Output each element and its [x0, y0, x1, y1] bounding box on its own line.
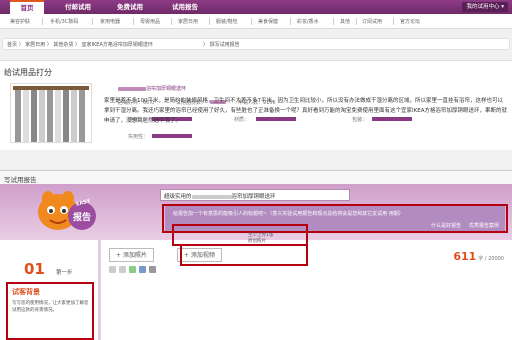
section-title: 给试用品打分	[4, 68, 52, 77]
character-counter: 611 字 / 20000	[453, 250, 504, 263]
char-max: 字 / 20000	[478, 256, 504, 262]
category-item[interactable]: 美容护肤	[10, 18, 30, 25]
category-item[interactable]: 家用电器	[100, 18, 120, 25]
format-icon[interactable]	[149, 266, 156, 273]
undo-icon[interactable]	[109, 266, 116, 273]
category-item[interactable]: 服装/鞋包	[216, 18, 238, 25]
highlight-frame	[180, 244, 308, 266]
step-hint-box: 试客背景 写写您的使用情况，让大家更加了解您试用这款的背景情况。	[6, 282, 94, 340]
category-item[interactable]: 母婴用品	[140, 18, 160, 25]
tab-postage-trial[interactable]: 付邮试用	[58, 0, 98, 14]
tab-home[interactable]: 首页	[10, 0, 44, 14]
report-editor-area: EASY 报告 超级实用的 浴帘加厚铜眼送环 给报告加一个有意思的能吸引人的标题吧…	[0, 184, 512, 340]
report-body-text[interactable]: 家里是差不多100平米，是简约的装修风格，卫生间不大差不多7平米。因为卫生间比较…	[104, 96, 508, 126]
category-item[interactable]: 家居日用	[178, 18, 198, 25]
score-label-practicality: 实用性：	[128, 134, 149, 140]
add-photo-button[interactable]: + 添加照片	[109, 248, 154, 262]
highlight-frame	[172, 224, 308, 246]
breadcrumb: 首页 〉 家居日用 〉 其他杂货 〉 宜家IKEA方格浴帘加厚铜眼送环 〉 撰写…	[2, 38, 510, 50]
breadcrumb-current: 〉 撰写试用报告	[203, 42, 240, 48]
report-title-input[interactable]: 超级实用的 浴帘加厚铜眼送环	[160, 189, 350, 201]
table-icon[interactable]	[139, 266, 146, 273]
char-count: 611	[453, 250, 477, 263]
section-title: 写试用报告	[4, 176, 37, 184]
score-stars[interactable]	[152, 134, 192, 138]
product-name: 浴帘加厚铜眼送环	[118, 85, 186, 92]
category-item[interactable]: 手机/3C数码	[50, 18, 78, 25]
category-nav: 美容护肤 手机/3C数码 家用电器 母婴用品 家居日用 服装/鞋包 美食保健 彩…	[0, 14, 512, 29]
redo-icon[interactable]	[119, 266, 126, 273]
category-item[interactable]: 订阅试用	[362, 18, 382, 25]
top-nav: 首页 付邮试用 免费试用 试用报告 我的试用中心 ▾	[0, 0, 512, 14]
breadcrumb-path[interactable]: 首页 〉 家居日用 〉 其他杂货 〉 宜家IKEA方格浴帘加厚铜眼送环	[7, 41, 153, 48]
report-section-header: 写试用报告	[0, 170, 512, 184]
step-hint-title: 试客背景	[12, 288, 40, 296]
step-label: 第一步	[56, 270, 73, 276]
report-mascot-icon: EASY 报告	[36, 190, 96, 238]
my-trial-center-button[interactable]: 我的试用中心 ▾	[462, 2, 508, 12]
tab-free-trial[interactable]: 免费试用	[110, 0, 150, 14]
category-item[interactable]: 美食保健	[258, 18, 278, 25]
step-number: 01	[24, 260, 45, 278]
category-item[interactable]: 官方论坛	[400, 18, 420, 25]
category-item[interactable]: 其他	[340, 18, 350, 25]
image-icon[interactable]	[129, 266, 136, 273]
mascot-label: 报告	[73, 213, 92, 223]
product-image	[10, 83, 92, 143]
category-item[interactable]: 彩妆/香水	[297, 18, 319, 25]
step-hint-text: 写写您的使用情况，让大家更加了解您试用这款的背景情况。	[12, 301, 89, 313]
tab-trial-reports[interactable]: 试用报告	[165, 0, 205, 14]
upload-hint: 至少上传1张 原创照片	[248, 233, 274, 244]
